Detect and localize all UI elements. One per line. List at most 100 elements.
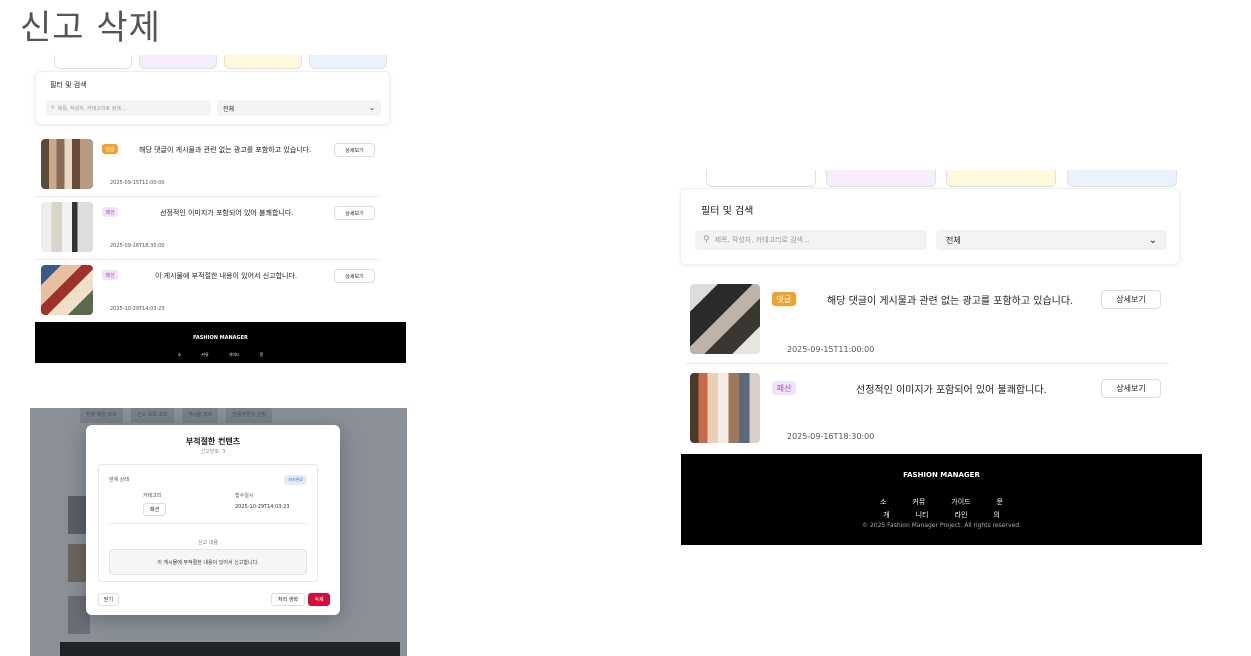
footer-link[interactable]: 가이드: [229, 352, 240, 358]
chevron-down-icon: ⌄: [369, 104, 375, 112]
filter-card: 필터 및 검색 ⚲ 제목, 작성자, 카테고리로 검색... 전체 ⌄: [680, 188, 1180, 265]
report-date: 2025-09-16T18:30:00: [787, 432, 875, 441]
footer-link[interactable]: 커뮤: [201, 352, 208, 358]
tab-stub-1[interactable]: [706, 170, 816, 187]
chevron-down-icon: ⌄: [1148, 234, 1157, 246]
status-badge: 처리완료: [284, 475, 307, 485]
report-text: 선정적인 이미지가 포함되어 있어 불쾌합니다.: [160, 209, 294, 217]
search-icon: ⚲: [703, 235, 710, 245]
footer-link[interactable]: 문: [260, 352, 264, 358]
footer-copyright: © 2025 Fashion Manager Project. All righ…: [862, 522, 1021, 529]
filter-card: 필터 및 검색 ⚲ 제목, 작성자, 카테고리로 검색... 전체 ⌄: [35, 71, 390, 125]
date-label: 접수일시: [235, 493, 254, 499]
report-text: 선정적인 이미지가 포함되어 있어 불쾌합니다.: [856, 385, 1047, 396]
category-badge: 댓글: [102, 144, 118, 154]
select-value: 전체: [223, 105, 235, 113]
search-placeholder: 제목, 작성자, 카테고리로 검색...: [57, 105, 126, 112]
detail-button[interactable]: 상세보기: [334, 206, 375, 220]
select-value: 전체: [946, 235, 961, 245]
tab-stub-4[interactable]: [309, 55, 387, 69]
footer-link[interactable]: 의: [993, 510, 999, 520]
category-value: 패션: [143, 503, 167, 516]
search-input[interactable]: ⚲ 제목, 작성자, 카테고리로 검색...: [695, 230, 927, 250]
search-input[interactable]: ⚲ 제목, 작성자, 카테고리로 검색...: [46, 100, 211, 116]
content-text: 이 게시물에 부적절한 내용이 있어서 신고합니다.: [157, 559, 259, 566]
footer-link[interactable]: 라인: [955, 510, 968, 520]
page-title: 신고 삭제: [20, 8, 161, 48]
list-item: 패션 이 게시물에 부적절한 내용이 있어서 신고합니다. 상세보기 2025-…: [35, 261, 380, 323]
detail-button[interactable]: 상세보기: [334, 269, 375, 283]
search-placeholder: 제목, 작성자, 카테고리로 검색...: [714, 236, 810, 244]
tab-stub-2[interactable]: [139, 55, 217, 69]
list-item: 댓글 해당 댓글이 게시물과 관련 없는 광고를 포함하고 있습니다. 상세보기…: [686, 280, 1170, 364]
list-item: 패션 선정적인 이미지가 포함되어 있어 불쾌합니다. 상세보기 2025-09…: [686, 369, 1170, 453]
report-date: 2025-09-16T18:30:00: [110, 243, 165, 249]
footer-link[interactable]: 소: [880, 497, 886, 507]
report-text: 이 게시물에 부적절한 내용이 있어서 신고합니다.: [155, 272, 298, 280]
tab-stub-4[interactable]: [1067, 170, 1177, 187]
bg-tab: 게시물 조회: [181, 408, 219, 423]
bg-footer: [60, 642, 400, 656]
date-value: 2025-10-29T14:03:23: [235, 504, 290, 510]
right-list-panel: 필터 및 검색 ⚲ 제목, 작성자, 카테고리로 검색... 전체 ⌄ 댓글 해…: [680, 170, 1202, 546]
footer-link[interactable]: 커뮤: [912, 497, 925, 507]
modal-title: 부적절한 컨텐츠: [185, 437, 241, 446]
modal-overlay[interactable]: 전체 회원 조회 신고 목록 조회 게시물 조회 전용쿠폰의 신청 부적절한 컨…: [30, 408, 407, 656]
category-badge: 패션: [102, 270, 118, 280]
bg-tabs: 전체 회원 조회 신고 목록 조회 게시물 조회 전용쿠폰의 신청: [80, 408, 380, 423]
footer-link[interactable]: 소: [178, 352, 182, 358]
category-select[interactable]: 전체 ⌄: [936, 230, 1167, 250]
detail-button[interactable]: 상세보기: [1101, 379, 1161, 398]
category-badge: 패션: [102, 207, 118, 217]
post-thumbnail[interactable]: [41, 202, 93, 252]
report-text: 해당 댓글이 게시물과 관련 없는 광고를 포함하고 있습니다.: [139, 146, 312, 154]
category-badge: 댓글: [772, 292, 796, 306]
footer-links-row2: 개 니티 라인 의: [681, 510, 1202, 520]
footer: FASHION MANAGER 소 커뮤 가이드 문: [35, 322, 406, 363]
footer-brand: FASHION MANAGER: [193, 335, 248, 341]
bg-tab: 신고 목록 조회: [130, 408, 174, 423]
report-detail-modal: 부적절한 컨텐츠 신고번호: 3 현재 상태 처리완료 카테고리 패션 접수일시…: [86, 425, 340, 615]
status-label: 현재 상태: [109, 477, 129, 483]
list-item: 댓글 해당 댓글이 게시물과 관련 없는 광고를 포함하고 있습니다. 상세보기…: [35, 135, 380, 197]
tab-stub-3[interactable]: [224, 55, 302, 69]
report-date: 2025-10-29T14:03:23: [110, 306, 165, 312]
tab-stub-1[interactable]: [54, 55, 132, 69]
detail-button[interactable]: 상세보기: [1101, 290, 1161, 309]
search-icon: ⚲: [51, 105, 55, 111]
close-button[interactable]: 닫기: [98, 593, 119, 606]
category-select[interactable]: 전체 ⌄: [217, 100, 381, 116]
delete-button[interactable]: 삭제: [308, 593, 330, 606]
skip-button[interactable]: 처리 생략: [271, 593, 305, 606]
footer-brand: FASHION MANAGER: [903, 471, 980, 479]
report-date: 2025-09-15T11:00:00: [110, 180, 165, 186]
filter-title: 필터 및 검색: [50, 81, 87, 89]
filter-title: 필터 및 검색: [701, 206, 754, 217]
post-thumbnail[interactable]: [690, 284, 760, 354]
content-label: 신고 내용: [198, 540, 218, 546]
footer-links: 소 커뮤 가이드 문: [35, 352, 406, 358]
post-thumbnail[interactable]: [690, 373, 760, 443]
footer-link[interactable]: 니티: [916, 510, 929, 520]
post-thumbnail[interactable]: [41, 265, 93, 315]
category-badge: 패션: [772, 381, 796, 395]
content-box: 이 게시물에 부적절한 내용이 있어서 신고합니다.: [109, 549, 307, 575]
footer-link[interactable]: 개: [883, 510, 889, 520]
tab-stub-3[interactable]: [946, 170, 1056, 187]
report-text: 해당 댓글이 게시물과 관련 없는 광고를 포함하고 있습니다.: [827, 296, 1074, 307]
divider: [109, 523, 307, 524]
bg-tab: 전체 회원 조회: [80, 408, 123, 423]
list-item: 패션 선정적인 이미지가 포함되어 있어 불쾌합니다. 상세보기 2025-09…: [35, 198, 380, 260]
footer-link[interactable]: 가이드: [951, 497, 970, 507]
report-date: 2025-09-15T11:00:00: [787, 345, 875, 354]
tab-stub-2[interactable]: [826, 170, 936, 187]
modal-info-card: 현재 상태 처리완료 카테고리 패션 접수일시 2025-10-29T14:03…: [98, 464, 318, 582]
footer-link[interactable]: 문: [997, 497, 1003, 507]
footer-links-row1: 소 커뮤 가이드 문: [681, 497, 1202, 507]
modal-subtitle: 신고번호: 3: [200, 449, 226, 455]
bg-tab: 전용쿠폰의 신청: [226, 408, 272, 423]
category-label: 카테고리: [143, 493, 162, 499]
post-thumbnail[interactable]: [41, 139, 93, 189]
left-list-panel: 필터 및 검색 ⚲ 제목, 작성자, 카테고리로 검색... 전체 ⌄ 댓글 해…: [30, 55, 410, 365]
detail-button[interactable]: 상세보기: [334, 143, 375, 157]
